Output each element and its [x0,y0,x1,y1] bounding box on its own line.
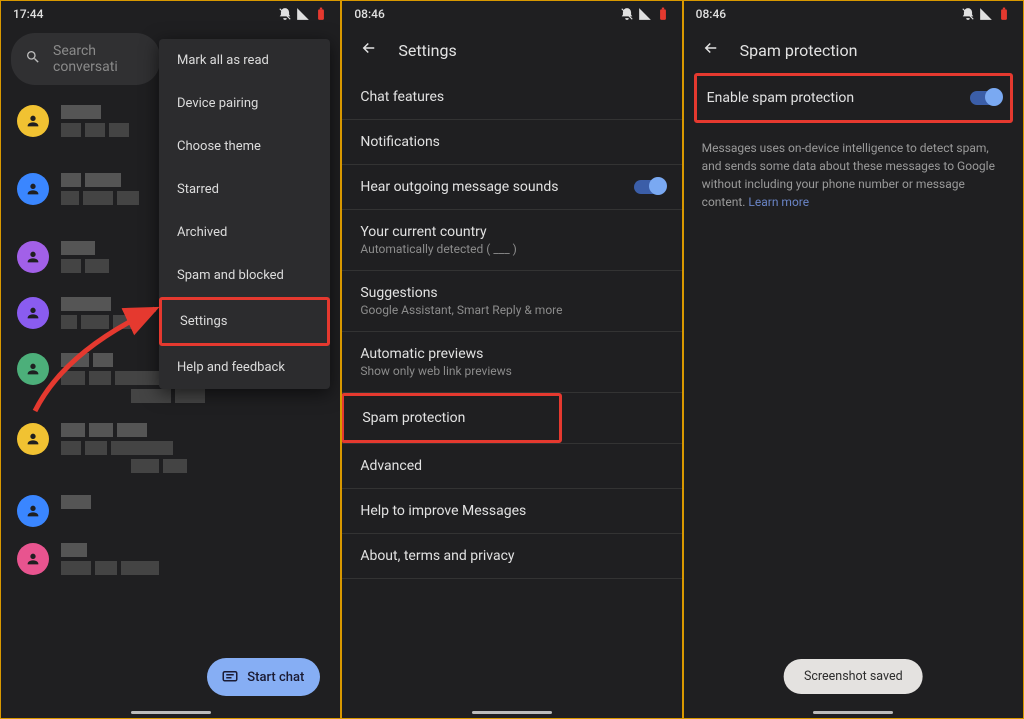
menu-mark-read[interactable]: Mark all as read [159,39,330,82]
setting-automatic-previews[interactable]: Automatic previewsShow only web link pre… [342,332,681,393]
menu-starred[interactable]: Starred [159,168,330,211]
search-icon [25,49,41,69]
menu-spam-blocked[interactable]: Spam and blocked [159,254,330,297]
setting-spam-protection[interactable]: Spam protection [344,396,559,440]
avatar [17,241,49,273]
enable-spam-label: Enable spam protection [707,90,854,106]
battery-icon [656,7,670,21]
toggle-outgoing-sounds[interactable] [634,180,664,194]
avatar [17,495,49,527]
phone-panel-3: 08:46 Spam protection Enable spam protec… [683,0,1024,719]
home-indicator [813,711,893,714]
avatar [17,353,49,385]
menu-choose-theme[interactable]: Choose theme [159,125,330,168]
avatar [17,423,49,455]
spam-title: Spam protection [740,41,858,60]
setting-about[interactable]: About, terms and privacy [342,534,681,579]
chat-icon [221,668,239,686]
phone-panel-2: 08:46 Settings Chat features Notificatio… [341,0,682,719]
clock: 17:44 [13,7,43,21]
fab-label: Start chat [247,670,304,685]
status-bar: 08:46 [342,1,681,25]
setting-advanced[interactable]: Advanced [342,443,681,489]
setting-outgoing-sounds[interactable]: Hear outgoing message sounds [342,165,681,210]
setting-notifications[interactable]: Notifications [342,120,681,165]
snackbar[interactable]: Screenshot saved [784,659,923,694]
conversation-item[interactable] [7,415,340,481]
setting-help-improve[interactable]: Help to improve Messages [342,489,681,534]
signal-icon [638,7,652,21]
dnd-icon [278,7,292,21]
spam-header: Spam protection [684,25,1023,75]
start-chat-fab[interactable]: Start chat [207,658,320,696]
avatar [17,173,49,205]
settings-header: Settings [342,25,681,75]
spam-description: Messages uses on-device intelligence to … [684,135,1023,211]
learn-more-link[interactable]: Learn more [748,195,809,209]
status-bar: 17:44 [1,1,340,25]
dnd-icon [961,7,975,21]
search-input[interactable]: Search conversati [11,33,160,85]
signal-icon [979,7,993,21]
back-icon[interactable] [702,39,720,61]
menu-archived[interactable]: Archived [159,211,330,254]
search-placeholder: Search conversati [53,43,146,75]
home-indicator [472,711,552,714]
toggle-enable-spam[interactable] [970,91,1000,105]
clock: 08:46 [354,7,384,21]
avatar [17,543,49,575]
menu-settings[interactable]: Settings [159,297,330,346]
avatar [17,297,49,329]
home-indicator [131,711,211,714]
clock: 08:46 [696,7,726,21]
signal-icon [296,7,310,21]
menu-device-pairing[interactable]: Device pairing [159,82,330,125]
status-bar: 08:46 [684,1,1023,25]
back-icon[interactable] [360,39,378,61]
conversation-item[interactable] [7,535,340,583]
overflow-menu: Mark all as read Device pairing Choose t… [159,39,330,389]
setting-country[interactable]: Your current countryAutomatically detect… [342,210,681,271]
setting-suggestions[interactable]: SuggestionsGoogle Assistant, Smart Reply… [342,271,681,332]
conversation-item[interactable] [7,487,340,535]
avatar [17,105,49,137]
dnd-icon [620,7,634,21]
menu-help-feedback[interactable]: Help and feedback [159,346,330,389]
setting-chat-features[interactable]: Chat features [342,75,681,120]
battery-icon [997,7,1011,21]
battery-icon [314,7,328,21]
phone-panel-1: 17:44 Search conversati Mark all as read… [0,0,341,719]
enable-spam-row[interactable]: Enable spam protection [697,76,1010,120]
settings-title: Settings [398,41,456,60]
